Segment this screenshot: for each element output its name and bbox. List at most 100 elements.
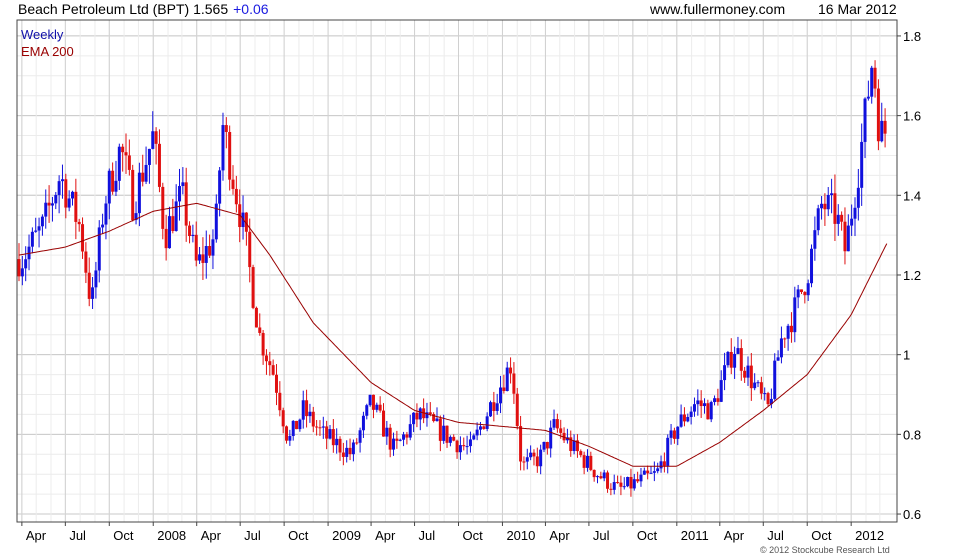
candle-body: [599, 476, 603, 479]
candle-body: [295, 420, 299, 430]
candle-body: [338, 438, 342, 453]
y-tick-label: 1.6: [903, 109, 921, 124]
candle-body: [204, 246, 208, 263]
candle-body: [355, 442, 359, 444]
candle-body: [181, 182, 185, 187]
candle-body: [676, 426, 680, 439]
candle-body: [816, 208, 820, 231]
candle-body: [398, 439, 402, 441]
candle-body: [114, 180, 118, 192]
candle-body: [311, 411, 315, 427]
candle-body: [402, 434, 406, 440]
candle-body: [97, 227, 101, 271]
candle-body: [876, 88, 880, 142]
candle-body: [40, 216, 44, 227]
candle-body: [418, 408, 422, 420]
candle-body: [285, 426, 289, 441]
candle-body: [799, 289, 803, 293]
candle-body: [592, 469, 596, 478]
candle-body: [127, 155, 131, 170]
candle-body: [549, 427, 553, 449]
candle-body: [328, 429, 332, 439]
candle-body: [34, 230, 38, 232]
candle-body: [672, 430, 676, 439]
candle-body: [278, 392, 282, 411]
candle-body: [144, 164, 148, 182]
candle-body: [137, 172, 141, 214]
candle-body: [850, 218, 854, 226]
candle-body: [17, 259, 21, 277]
candle-body: [167, 216, 171, 249]
candle-body: [104, 203, 108, 225]
candle-body: [612, 482, 616, 490]
candle-body: [201, 254, 205, 263]
candle-body: [492, 402, 496, 411]
candle-body: [178, 186, 182, 202]
candle-body: [465, 446, 469, 448]
candle-body: [642, 470, 646, 475]
y-tick-label: 1.2: [903, 268, 921, 283]
candle-body: [582, 455, 586, 468]
x-tick-label: Jul: [244, 528, 261, 543]
candle-body: [482, 426, 486, 429]
candle-body: [609, 488, 613, 490]
candle-body: [880, 120, 884, 142]
candle-body: [529, 452, 533, 458]
candle-body: [759, 382, 763, 394]
candle-body: [779, 338, 783, 358]
candle-body: [525, 457, 529, 462]
candle-body: [468, 439, 472, 447]
candle-body: [632, 479, 636, 489]
candle-body: [883, 120, 887, 134]
candle-body: [84, 251, 88, 273]
y-tick-label: 1.4: [903, 188, 921, 203]
candle-body: [198, 254, 202, 261]
candle-body: [789, 325, 793, 333]
candle-body: [91, 287, 95, 299]
candle-body: [20, 268, 24, 277]
candle-body: [866, 96, 870, 99]
candle-body: [281, 410, 285, 427]
candle-body: [472, 435, 476, 440]
candle-body: [50, 203, 54, 206]
candle-body: [452, 436, 456, 441]
candle-body: [499, 387, 503, 404]
candle-body: [843, 221, 847, 252]
x-tick-label: 2009: [332, 528, 361, 543]
candle-body: [539, 449, 543, 467]
x-tick-label: 2010: [506, 528, 535, 543]
candle-body: [274, 374, 278, 393]
candle-body: [67, 198, 71, 208]
candle-body: [331, 429, 335, 446]
candle-body: [622, 486, 626, 488]
candle-body: [836, 214, 840, 224]
candle-body: [555, 419, 559, 429]
price-chart: 0.6 0.8 1 1.2 1.4 1.6 1.8 Apr Jul Oct 2008 Apr Jul O…: [16, 19, 921, 543]
candle-body: [629, 477, 633, 489]
candle-body: [71, 191, 75, 199]
candle-body: [231, 179, 235, 189]
candle-body: [87, 272, 91, 299]
candle-body: [713, 398, 717, 403]
y-tick-label: 1.8: [903, 29, 921, 44]
candle-body: [351, 442, 355, 455]
candle-body: [438, 418, 442, 441]
candle-body: [766, 393, 770, 405]
candle-body: [174, 201, 178, 231]
candle-body: [458, 445, 462, 453]
candle-body: [485, 416, 489, 429]
candle-body: [522, 461, 526, 463]
candle-body: [626, 477, 630, 487]
candle-body: [44, 202, 48, 217]
candle-body: [589, 455, 593, 470]
candle-body: [405, 434, 409, 438]
candle-body: [840, 214, 844, 222]
candle-body: [870, 67, 874, 97]
x-tick-label: Oct: [462, 528, 483, 543]
candle-body: [358, 430, 362, 443]
candle-body: [739, 348, 743, 371]
candle-body: [171, 216, 175, 231]
candle-body: [545, 442, 549, 449]
candle-body: [448, 436, 452, 443]
candle-body: [435, 418, 439, 422]
